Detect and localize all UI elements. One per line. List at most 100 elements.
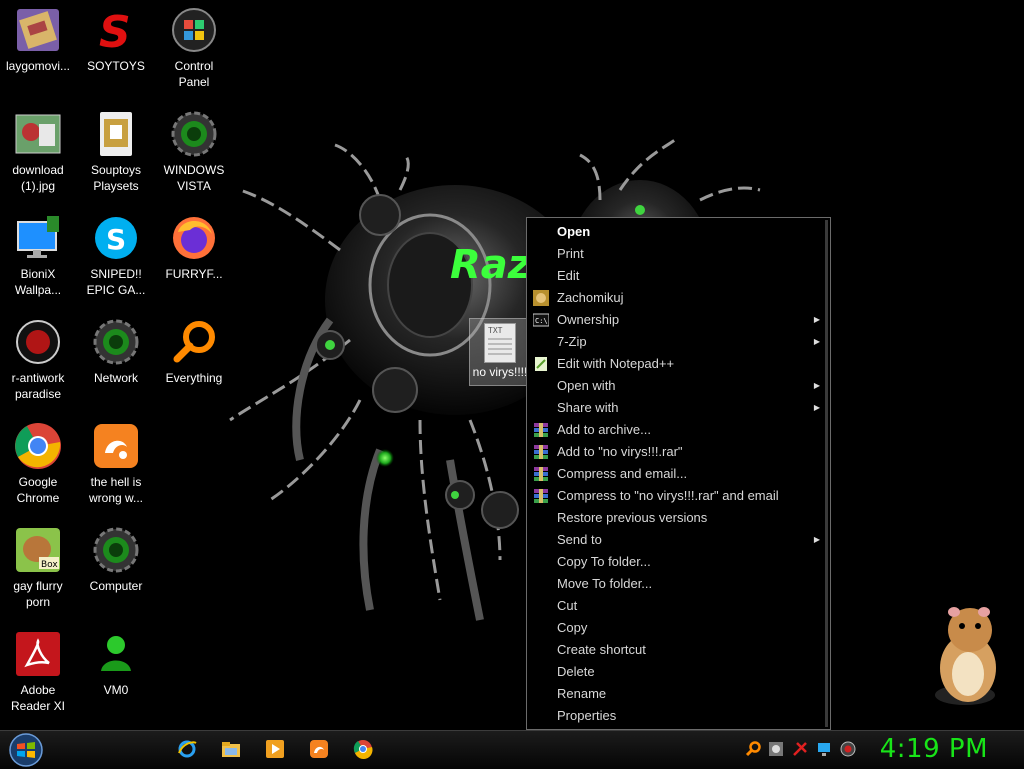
desktop-icon-r-antiwork[interactable]: r-antiwork paradise bbox=[0, 312, 76, 402]
file-explorer-icon[interactable] bbox=[221, 739, 241, 759]
menu-item-label: Edit with Notepad++ bbox=[557, 356, 675, 371]
desktop-icon-label: gay flurry porn bbox=[13, 579, 63, 609]
document-shortcut-icon bbox=[92, 110, 140, 158]
green-gear-orb-icon bbox=[170, 110, 218, 158]
menu-item-label: Open bbox=[557, 224, 591, 239]
menu-item-open[interactable]: Open bbox=[527, 221, 830, 243]
desktop-icon-windows-vista[interactable]: WINDOWS VISTA bbox=[156, 104, 232, 194]
desktop-icon-sniped[interactable]: S SNIPED!! EPIC GA... bbox=[78, 208, 154, 298]
menu-item-move-to-folder[interactable]: Move To folder... bbox=[527, 573, 830, 595]
menu-item-print[interactable]: Print bbox=[527, 243, 830, 265]
menu-item-label: Properties bbox=[557, 708, 617, 723]
menu-item-zachomikuj[interactable]: Zachomikuj bbox=[527, 287, 830, 309]
submenu-arrow-icon: ▶ bbox=[813, 381, 820, 390]
desktop-icon-control-panel[interactable]: Control Panel bbox=[156, 0, 232, 90]
svg-text:C:\: C:\ bbox=[535, 317, 548, 325]
desktop-icon-label: download (1).jpg bbox=[12, 163, 64, 193]
menu-item-label: Copy bbox=[557, 620, 588, 635]
green-gear-orb-icon bbox=[92, 318, 140, 366]
desktop-file-label: no virys!!!! bbox=[472, 365, 528, 379]
menu-item-7zip[interactable]: 7-Zip ▶ bbox=[527, 331, 830, 353]
menu-item-create-shortcut[interactable]: Create shortcut bbox=[527, 639, 830, 661]
speaker-tray-icon[interactable] bbox=[840, 741, 856, 757]
menu-item-label: Send to bbox=[557, 532, 602, 547]
gear-tray-icon[interactable] bbox=[768, 741, 784, 757]
chrome-icon bbox=[14, 422, 62, 470]
menu-item-open-with[interactable]: Open with ▶ bbox=[527, 375, 830, 397]
desktop-icon-label: Computer bbox=[89, 579, 143, 593]
desktop-icon-label: FURRYF... bbox=[165, 267, 223, 281]
desktop-file-no-virys[interactable]: TXT no virys!!!! bbox=[469, 318, 531, 386]
menu-item-edit[interactable]: Edit bbox=[527, 265, 830, 287]
desktop-icon-souptoys-playsets[interactable]: Souptoys Playsets bbox=[78, 104, 154, 194]
submenu-arrow-icon: ▶ bbox=[813, 535, 820, 544]
adobe-reader-icon bbox=[14, 630, 62, 678]
submenu-arrow-icon: ▶ bbox=[813, 403, 820, 412]
red-tool-tray-icon[interactable] bbox=[792, 741, 808, 757]
menu-item-compress-rar-email[interactable]: Compress to "no virys!!!.rar" and email bbox=[527, 485, 830, 507]
desktop-icon-label: Google Chrome bbox=[16, 475, 60, 505]
menu-item-copy[interactable]: Copy bbox=[527, 617, 830, 639]
svg-text:S: S bbox=[106, 223, 126, 256]
desktop[interactable]: Raz laygomovi... download (1).jpg BioniX… bbox=[0, 0, 1024, 730]
start-button[interactable] bbox=[6, 733, 46, 767]
menu-item-edit-notepad-plus[interactable]: Edit with Notepad++ bbox=[527, 353, 830, 375]
desktop-icon-laygomovi[interactable]: laygomovi... bbox=[0, 0, 76, 74]
uc-browser-icon bbox=[92, 422, 140, 470]
desktop-icon-download-jpg[interactable]: download (1).jpg bbox=[0, 104, 76, 194]
menu-item-properties[interactable]: Properties bbox=[527, 705, 830, 727]
desktop-icon-label: Everything bbox=[165, 371, 223, 385]
menu-item-label: Rename bbox=[557, 686, 607, 701]
text-file-icon: TXT bbox=[484, 323, 516, 363]
notepad-plus-plus-icon bbox=[535, 357, 547, 371]
desktop-icon-google-chrome[interactable]: Google Chrome bbox=[0, 416, 76, 506]
submenu-arrow-icon: ▶ bbox=[813, 337, 820, 346]
desktop-icon-vm0[interactable]: VM0 bbox=[78, 624, 154, 698]
desktop-icon-label: BioniX Wallpa... bbox=[14, 267, 62, 297]
menu-item-label: Create shortcut bbox=[557, 642, 646, 657]
uc-browser-icon[interactable] bbox=[309, 739, 329, 759]
desktop-icon-bionix[interactable]: BioniX Wallpa... bbox=[0, 208, 76, 298]
desktop-icon-soytoys[interactable]: S SOYTOYS bbox=[78, 0, 154, 74]
menu-item-share-with[interactable]: Share with ▶ bbox=[527, 397, 830, 419]
desktop-icon-network[interactable]: Network bbox=[78, 312, 154, 386]
control-panel-orb-icon bbox=[170, 6, 218, 54]
menu-item-send-to[interactable]: Send to ▶ bbox=[527, 529, 830, 551]
winrar-icon bbox=[534, 423, 548, 437]
menu-item-ownership[interactable]: C:\ Ownership ▶ bbox=[527, 309, 830, 331]
desktop-icon-the-hell-is-wrong[interactable]: the hell is wrong w... bbox=[78, 416, 154, 506]
desktop-icon-computer[interactable]: Computer bbox=[78, 520, 154, 594]
magnifier-icon bbox=[170, 318, 218, 366]
menu-item-delete[interactable]: Delete bbox=[527, 661, 830, 683]
desktop-icon-adobe-reader[interactable]: Adobe Reader XI bbox=[0, 624, 76, 714]
menu-item-add-to-archive[interactable]: Add to archive... bbox=[527, 419, 830, 441]
internet-explorer-icon[interactable] bbox=[177, 739, 197, 759]
winrar-icon bbox=[534, 467, 548, 481]
desktop-icon-gay-flurry[interactable]: Box gay flurry porn bbox=[0, 520, 76, 610]
menu-item-label: Ownership bbox=[557, 312, 620, 327]
menu-item-compress-email[interactable]: Compress and email... bbox=[527, 463, 830, 485]
monitor-icon bbox=[14, 214, 62, 262]
menu-item-add-to-rar[interactable]: Add to "no virys!!!.rar" bbox=[527, 441, 830, 463]
svg-text:S: S bbox=[99, 7, 131, 53]
menu-item-label: Move To folder... bbox=[557, 576, 653, 591]
menu-item-label: Copy To folder... bbox=[557, 554, 651, 569]
skype-icon: S bbox=[92, 214, 140, 262]
media-player-icon[interactable] bbox=[265, 739, 285, 759]
menu-item-label: Cut bbox=[557, 598, 578, 613]
desktop-icon-furryf[interactable]: FURRYF... bbox=[156, 208, 232, 282]
network-tray-icon[interactable] bbox=[816, 741, 832, 757]
desktop-icon-everything[interactable]: Everything bbox=[156, 312, 232, 386]
desktop-icon-label: Adobe Reader XI bbox=[10, 683, 66, 713]
taskbar-clock[interactable]: 4:19 PM bbox=[880, 734, 988, 764]
menu-item-cut[interactable]: Cut bbox=[527, 595, 830, 617]
taskbar: 4:19 PM bbox=[0, 730, 1024, 769]
desktop-icon-label: SOYTOYS bbox=[87, 59, 145, 73]
menu-item-rename[interactable]: Rename bbox=[527, 683, 830, 705]
menu-item-label: Compress and email... bbox=[557, 466, 688, 481]
everything-tray-icon[interactable] bbox=[745, 741, 761, 757]
menu-item-copy-to-folder[interactable]: Copy To folder... bbox=[527, 551, 830, 573]
menu-item-restore-versions[interactable]: Restore previous versions bbox=[527, 507, 830, 529]
chrome-icon[interactable] bbox=[353, 739, 373, 759]
green-user-icon bbox=[92, 630, 140, 678]
